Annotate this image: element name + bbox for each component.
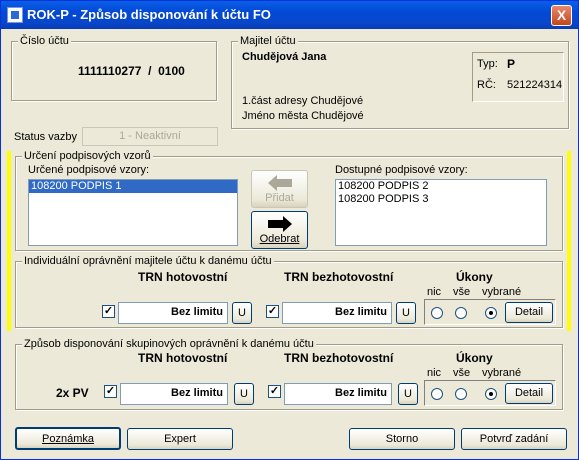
status-vazby-field: 1 - Neaktivní — [82, 127, 218, 146]
add-button-label: Přidat — [265, 192, 294, 204]
trn-hot-header: TRN hotovostní — [138, 351, 228, 365]
assigned-list[interactable]: 108200 PODPIS 1 — [28, 179, 238, 246]
title-bar[interactable]: ROK-P - Způsob disponování k účtu FO X — [1, 1, 578, 29]
vse-label: vše — [453, 367, 471, 379]
ukony-box: Detail — [424, 299, 556, 325]
nic-label: nic — [427, 286, 442, 298]
trn-hot-u-button[interactable]: U — [234, 383, 254, 405]
available-list[interactable]: 108200 PODPIS 2 108200 PODPIS 3 — [335, 179, 547, 246]
individualni-opravneni-group: Individuální oprávnění majitele účtu k d… — [15, 255, 563, 328]
trn-bez-input[interactable]: Bez limitu — [284, 383, 392, 405]
trn-hot-input[interactable]: Bez limitu — [120, 383, 228, 405]
ukony-vse-radio[interactable] — [455, 388, 467, 400]
rc-label: RČ: — [477, 79, 496, 91]
address-line1: 1.část adresy Chudějové — [242, 95, 364, 107]
rc-value: 521224314 — [507, 79, 563, 91]
close-button[interactable]: X — [551, 5, 572, 26]
dialog-window: ROK-P - Způsob disponování k účtu FO X Č… — [0, 0, 579, 460]
skupinove-opravneni-label: Způsob disponování skupinových oprávnění… — [22, 338, 316, 350]
trn-bez-checkbox[interactable]: ✓ — [266, 305, 279, 318]
trn-bez-u-button[interactable]: U — [396, 302, 416, 324]
ukony-nic-radio[interactable] — [431, 388, 443, 400]
add-button[interactable]: Přidat — [251, 170, 308, 208]
remove-button[interactable]: Odebrat — [251, 211, 308, 249]
trn-bez-header: TRN bezhotovostní — [284, 351, 394, 365]
vybrane-label: vybrané — [482, 286, 522, 298]
urceni-vzoru-label: Určení podpisových vzorů — [22, 150, 153, 162]
trn-hot-checkbox[interactable]: ✓ — [102, 305, 115, 318]
highlight-bar-left — [7, 151, 11, 331]
status-vazby-label: Status vazby — [14, 131, 77, 143]
ukony-vybrane-radio[interactable] — [485, 388, 497, 400]
remove-button-label: Odebrat — [259, 233, 300, 245]
ukony-nic-radio[interactable] — [431, 307, 443, 319]
majitel-uctu-group: Majitel účtu Chudějová Jana 1.část adres… — [231, 35, 569, 129]
available-list-label: Dostupné podpisové vzory: — [335, 164, 468, 176]
ukony-vse-radio[interactable] — [455, 307, 467, 319]
poznamka-button[interactable]: Poznámka — [15, 427, 121, 450]
trn-hot-input[interactable]: Bez limitu — [118, 302, 228, 324]
typ-value: P — [507, 57, 516, 71]
ukony-header: Úkony — [456, 270, 493, 284]
arrow-left-icon — [267, 175, 292, 191]
list-item[interactable]: 108200 PODPIS 2 — [336, 180, 546, 193]
arrow-right-icon — [267, 216, 292, 232]
nic-label: nic — [427, 367, 442, 379]
vybrane-label: vybrané — [482, 367, 522, 379]
expert-button[interactable]: Expert — [127, 428, 233, 450]
typ-rc-box: Typ: P RČ: 521224314 — [472, 52, 564, 102]
owner-name: Chudějová Jana — [242, 51, 327, 63]
cislo-uctu-group: Číslo účtu 1111110277 / 0100 — [11, 35, 217, 101]
list-item[interactable]: 108200 PODPIS 1 — [29, 180, 237, 193]
address-line2: Jméno města Chudějové — [242, 110, 364, 122]
ukony-box: Detail — [424, 380, 556, 406]
account-number: 1111110277 / 0100 — [78, 64, 185, 78]
ukony-vybrane-radio[interactable] — [485, 307, 497, 319]
vse-label: vše — [453, 286, 471, 298]
cislo-uctu-label: Číslo účtu — [18, 35, 71, 47]
poznamka-button-label: Poznámka — [42, 433, 94, 445]
assigned-list-label: Určené podpisové vzory: — [28, 164, 150, 176]
trn-bez-u-button[interactable]: U — [398, 383, 418, 405]
ukony-header: Úkony — [456, 351, 493, 365]
highlight-bar-right — [567, 151, 571, 331]
typ-label: Typ: — [477, 58, 498, 70]
trn-hot-header: TRN hotovostní — [138, 270, 228, 284]
group-row-label: 2x PV — [56, 386, 89, 400]
individualni-opravneni-label: Individuální oprávnění majitele účtu k d… — [22, 255, 274, 267]
trn-bez-input[interactable]: Bez limitu — [282, 302, 392, 324]
majitel-uctu-label: Majitel účtu — [238, 35, 298, 47]
trn-bez-checkbox[interactable]: ✓ — [268, 385, 281, 398]
list-item[interactable]: 108200 PODPIS 3 — [336, 193, 546, 206]
storno-button[interactable]: Storno — [349, 428, 455, 450]
urceni-vzoru-group: Určení podpisových vzorů Určené podpisov… — [15, 150, 563, 251]
trn-hot-checkbox[interactable]: ✓ — [104, 385, 117, 398]
window-title: ROK-P - Způsob disponování k účtu FO — [27, 7, 271, 22]
trn-bez-header: TRN bezhotovostní — [284, 270, 394, 284]
ukony-detail-button[interactable]: Detail — [505, 383, 553, 404]
trn-hot-u-button[interactable]: U — [232, 302, 252, 324]
skupinove-opravneni-group: Způsob disponování skupinových oprávnění… — [15, 338, 563, 410]
app-icon — [7, 7, 23, 23]
potvrd-zadani-button[interactable]: Potvrď zadání — [461, 428, 567, 450]
ukony-detail-button[interactable]: Detail — [505, 302, 553, 323]
